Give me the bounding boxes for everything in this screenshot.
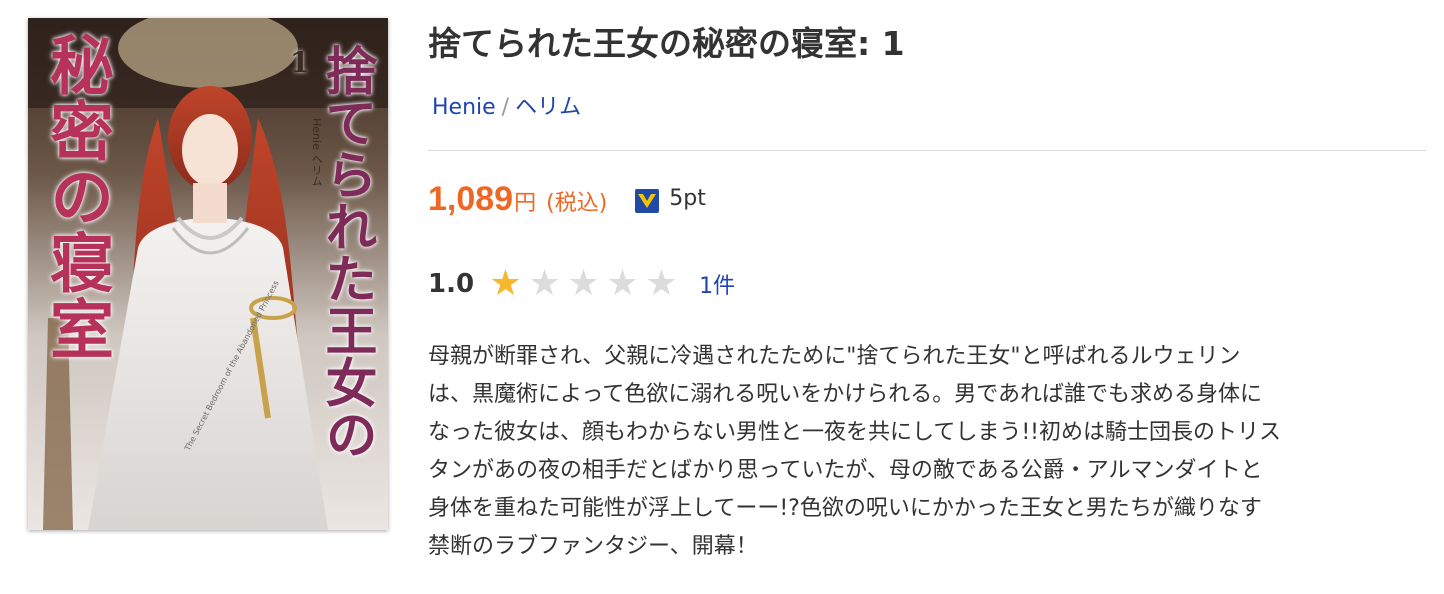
v-point-icon — [635, 189, 660, 213]
book-description: 母親が断罪され、父親に冷遇されたために"捨てられた王女"と呼ばれるルウェリン は… — [428, 338, 1428, 566]
rating-row: 1.0 ★ ★ ★ ★ ★ 1件 — [428, 264, 735, 304]
star-icon: ★ — [489, 263, 522, 304]
book-title: 捨てられた王女の秘密の寝室: 1 — [428, 24, 905, 63]
price-currency: 円 — [514, 191, 537, 216]
review-count-link[interactable]: 1件 — [699, 268, 735, 300]
price-amount: 1,089 — [428, 180, 514, 218]
description-line: は、黒魔術によって色欲に溺れる呪いをかけられる。男であれば誰でも求める身体に — [428, 382, 1263, 407]
author-separator: / — [501, 95, 510, 120]
author-link[interactable]: ヘリム — [515, 95, 581, 120]
star-icon: ★ — [567, 263, 600, 304]
star-rating: ★ ★ ★ ★ ★ — [486, 266, 681, 302]
price-row: 1,089 円 (税込) 5pt — [428, 180, 706, 224]
cover-volume-number: 1 — [290, 46, 310, 79]
book-cover-image[interactable]: 秘密の寝室 1 Henie ヘリム 捨てられた王女の The Secret Be… — [28, 18, 388, 530]
cover-title-sub: 捨てられた王女の — [316, 44, 377, 460]
point-value: 5pt — [669, 185, 706, 211]
description-line: 身体を重ねた可能性が浮上してーー!?色欲の呪いにかかった王女と男たちが織りなす — [428, 496, 1262, 521]
description-line: なった彼女は、顔もわからない男性と一夜を共にしてしまう!!初めは騎士団長のトリス — [428, 420, 1281, 445]
author-list: Henie / ヘリム — [432, 94, 581, 122]
description-line: 禁断のラブファンタジー、開幕！ — [428, 534, 758, 559]
tax-note: (税込) — [546, 191, 608, 216]
star-icon: ★ — [528, 263, 561, 304]
star-icon: ★ — [606, 263, 639, 304]
star-icon: ★ — [645, 263, 678, 304]
description-line: タンがあの夜の相手だとばかり思っていたが、母の敵である公爵・アルマンダイトと — [428, 458, 1263, 483]
author-link[interactable]: Henie — [432, 95, 496, 120]
description-line: 母親が断罪され、父親に冷遇されたために"捨てられた王女"と呼ばれるルウェリン — [428, 344, 1241, 369]
point-reward: 5pt — [635, 185, 706, 213]
section-divider — [428, 150, 1426, 151]
rating-value: 1.0 — [428, 269, 475, 299]
cover-title-main: 秘密の寝室 — [39, 32, 114, 362]
